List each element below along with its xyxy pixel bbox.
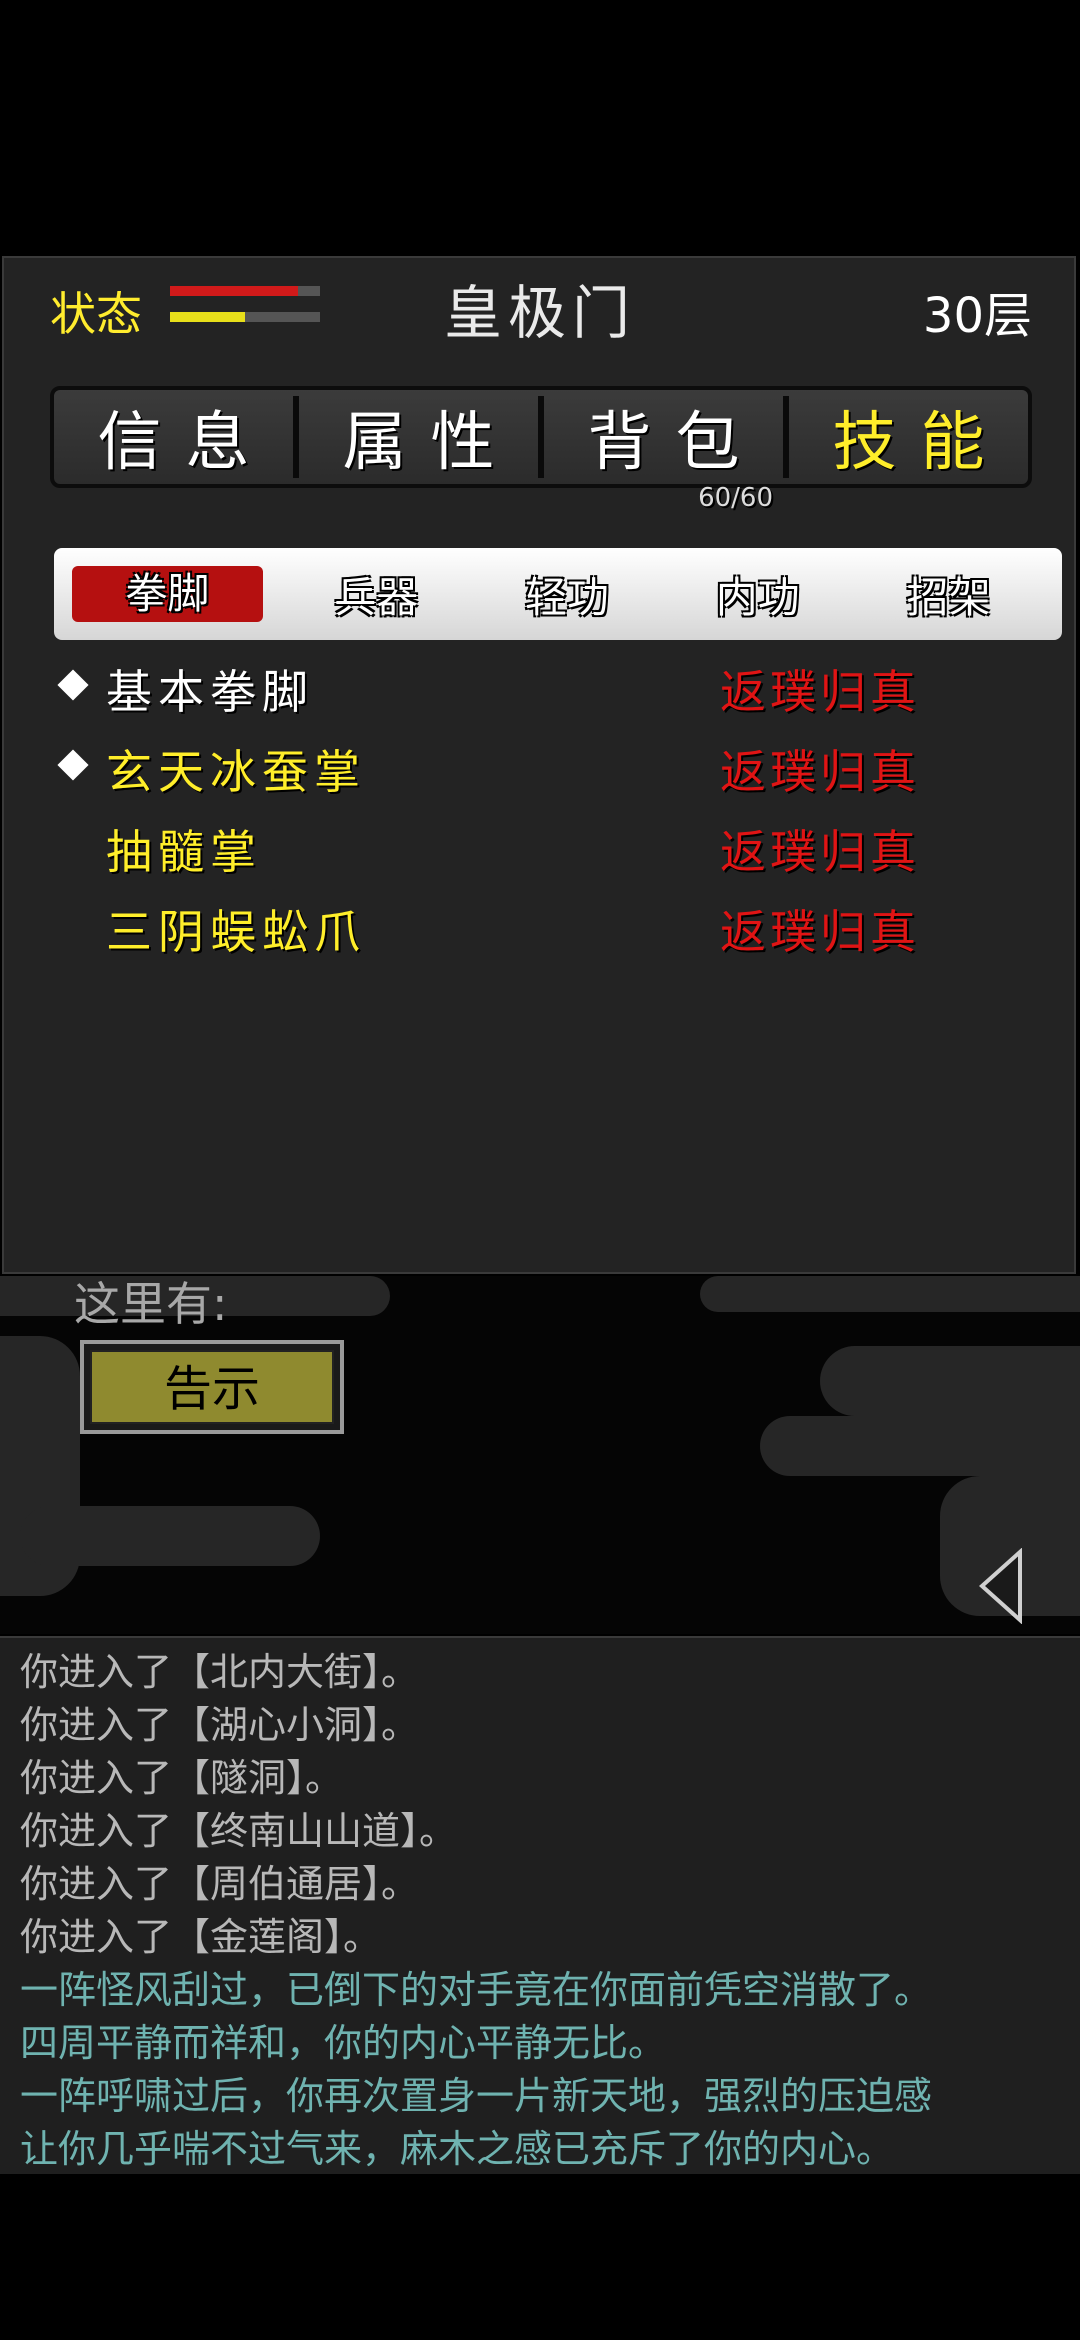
subtab-weapon[interactable]: 兵器 — [281, 564, 472, 625]
skill-name: 三阴蜈蚣爪 — [106, 905, 366, 959]
log-line: 你进入了【金莲阁】。 — [20, 1915, 382, 1959]
skill-row[interactable]: 三阴蜈蚣爪 返璞归真 — [56, 896, 956, 959]
cloud-decoration — [760, 1416, 1080, 1476]
notice-button[interactable]: 告示 — [80, 1340, 344, 1434]
skill-level: 返璞归真 — [720, 825, 920, 879]
log-line: 四周平静而祥和，你的内心平静无比。 — [20, 2021, 667, 2065]
log-line: 一阵呼啸过后，你再次置身一片新天地，强烈的压迫感 — [20, 2074, 933, 2118]
message-log[interactable]: 你进入了【北内大街】。 你进入了【湖心小洞】。 你进入了【隧洞】。 你进入了【终… — [0, 1636, 1080, 2174]
tab-attributes[interactable]: 属性 — [299, 391, 538, 483]
subtab-internal[interactable]: 内功 — [662, 564, 853, 625]
log-line: 你进入了【湖心小洞】。 — [20, 1703, 420, 1747]
equipped-diamond-icon — [57, 749, 89, 781]
skill-level: 返璞归真 — [720, 905, 920, 959]
log-line: 你进入了【周伯通居】。 — [20, 1862, 420, 1906]
skill-row[interactable]: 基本拳脚 返璞归真 — [56, 656, 956, 719]
skill-row[interactable]: 玄天冰蚕掌 返璞归真 — [56, 736, 956, 799]
skill-category-bar: 拳脚 兵器 轻功 内功 招架 — [54, 548, 1062, 640]
cloud-decoration — [20, 1506, 320, 1566]
skill-name: 基本拳脚 — [106, 665, 314, 719]
subtab-parry[interactable]: 招架 — [853, 564, 1044, 625]
tab-skills[interactable]: 技能 — [789, 391, 1028, 483]
main-tab-bar: 信息 属性 背包 60/60 技能 — [50, 386, 1032, 513]
log-line: 一阵怪风刮过，已倒下的对手竟在你面前凭空消散了。 — [20, 1968, 933, 2012]
tab-inventory-label: 背包 — [587, 406, 764, 480]
floor-indicator: 30层 — [922, 288, 1032, 344]
skill-name: 抽髓掌 — [106, 825, 262, 879]
sect-title: 皇极门 — [443, 279, 636, 347]
tab-info[interactable]: 信息 — [54, 391, 293, 483]
log-line: 让你几乎喘不过气来，麻木之感已充斥了你的内心。 — [20, 2127, 895, 2171]
tab-inventory[interactable]: 背包 60/60 — [544, 391, 783, 513]
subtab-fist[interactable]: 拳脚 — [72, 566, 263, 622]
log-line: 你进入了【终南山山道】。 — [20, 1809, 458, 1853]
skill-name: 玄天冰蚕掌 — [106, 745, 366, 799]
back-arrow-icon[interactable] — [976, 1548, 1026, 1624]
notice-button-label: 告示 — [90, 1350, 334, 1424]
log-line: 你进入了【北内大街】。 — [20, 1650, 420, 1694]
here-label: 这里有: — [74, 1277, 228, 1331]
skill-row[interactable]: 抽髓掌 返璞归真 — [56, 816, 956, 879]
skill-level: 返璞归真 — [720, 745, 920, 799]
equipped-diamond-icon — [57, 669, 89, 701]
cloud-decoration — [700, 1276, 1080, 1312]
inventory-count: 60/60 — [698, 483, 773, 513]
skill-level: 返璞归真 — [720, 665, 920, 719]
subtab-lightness[interactable]: 轻功 — [472, 564, 663, 625]
cloud-decoration — [820, 1346, 1080, 1416]
log-line: 你进入了【隧洞】。 — [20, 1756, 344, 1800]
